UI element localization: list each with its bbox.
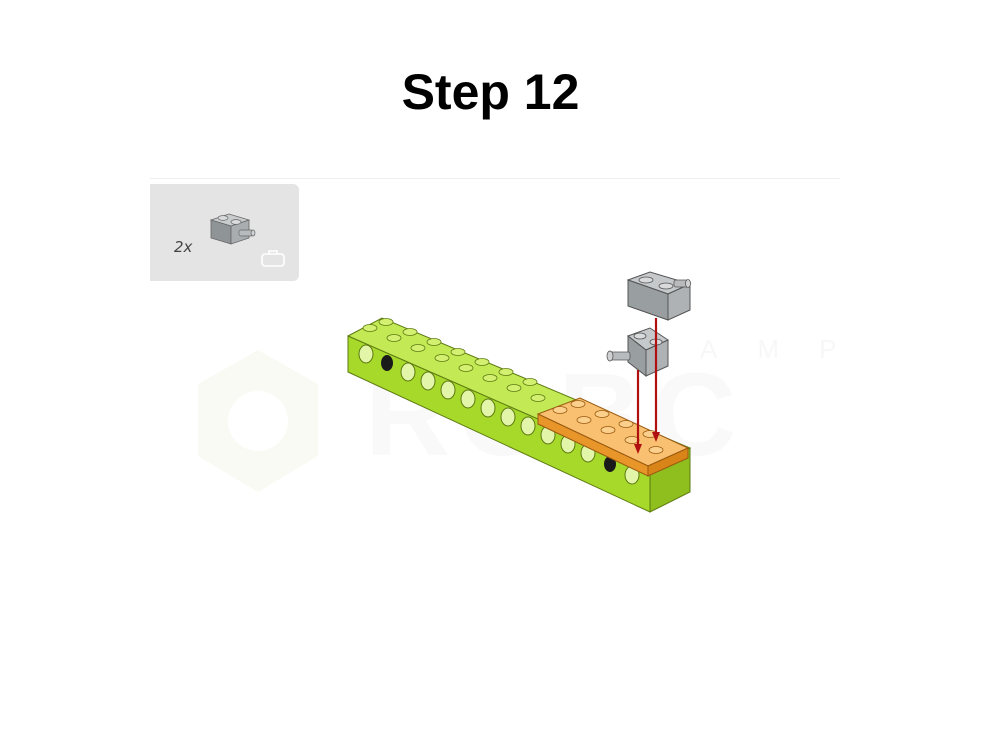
gray-brick-with-pin-upper bbox=[626, 271, 692, 321]
assembly-illustration: AMP ROBC bbox=[198, 271, 836, 513]
